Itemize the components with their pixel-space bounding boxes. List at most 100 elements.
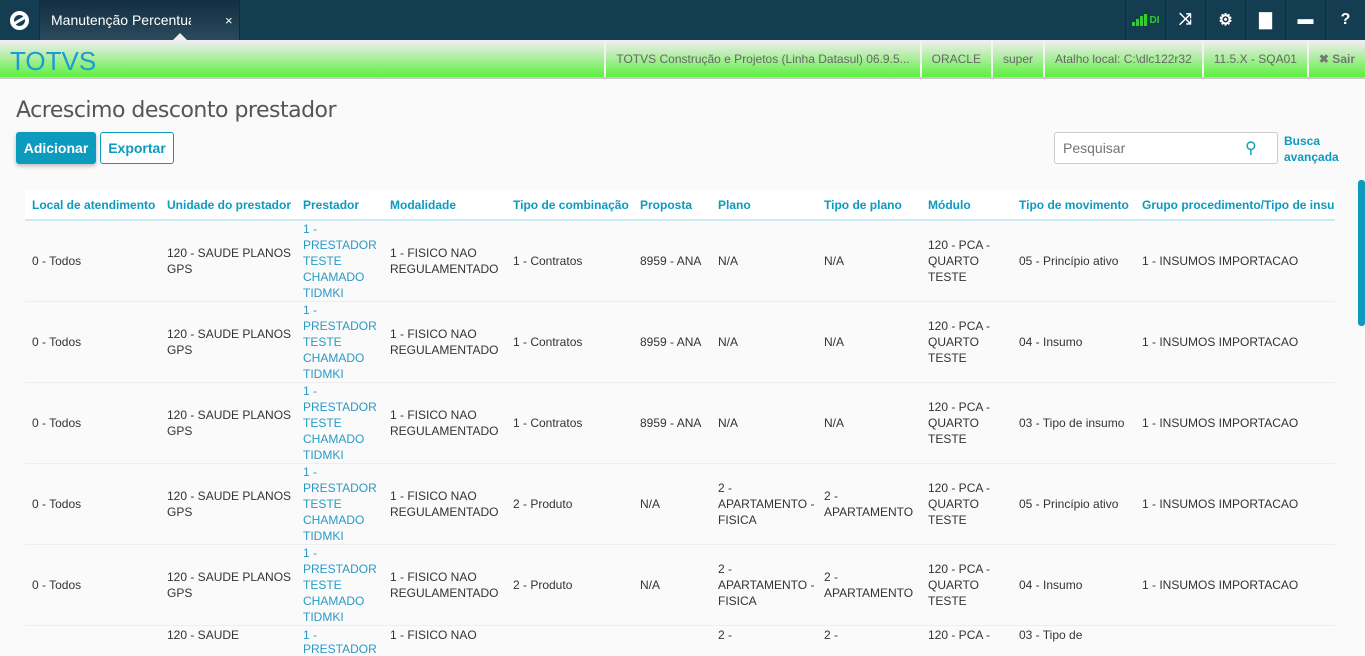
chat-icon[interactable]: ▬ (1285, 0, 1325, 40)
table-cell: 05 - Princípio ativo (1012, 220, 1135, 302)
data-table: Local de atendimentoUnidade do prestador… (25, 190, 1335, 656)
table-row[interactable]: 0 - Todos120 - SAUDE PLANOS GPS1 - PREST… (25, 302, 1335, 383)
table-cell: 2 - APARTAMENTO (817, 464, 921, 545)
table-cell: 1 - FISICO NAO REGULAMENTADO (383, 302, 506, 383)
table-cell: 0 - Todos (25, 302, 160, 383)
table-cell: 1 - FISICO NAO REGULAMENTADO (383, 220, 506, 302)
table-cell (1135, 626, 1335, 656)
table-cell: N/A (711, 383, 817, 464)
user-info: super (991, 40, 1043, 77)
shortcut-info: Atalho local: C:\dlc122r32 (1043, 40, 1202, 77)
table-cell: 1 - INSUMOS IMPORTACAO (1135, 545, 1335, 626)
table-cell: N/A (711, 302, 817, 383)
table-cell: 0 - Todos (25, 383, 160, 464)
column-header[interactable]: Unidade do prestador (160, 190, 296, 220)
version-info: 11.5.X - SQA01 (1202, 40, 1307, 77)
table-cell (506, 626, 633, 656)
table-cell: 120 - SAUDE PLANOS GPS (160, 383, 296, 464)
table-cell[interactable]: 1 - PRESTADOR TESTE CHAMADO TIDMKI (296, 464, 383, 545)
column-header[interactable]: Plano (711, 190, 817, 220)
database-info: ORACLE (920, 40, 991, 77)
scrollbar[interactable] (1358, 180, 1365, 326)
table-row[interactable]: 0 - Todos120 - SAUDE PLANOS GPS1 - PREST… (25, 383, 1335, 464)
table-cell: 8959 - ANA (633, 220, 711, 302)
help-icon[interactable]: ? (1325, 0, 1365, 40)
table-cell[interactable]: 1 - PRESTADOR TESTE CHAMADO TIDMKI (296, 302, 383, 383)
table-row[interactable]: 0 - Todos120 - SAUDE PLANOS GPS1 - PREST… (25, 545, 1335, 626)
table-cell: 2 - Produto (506, 464, 633, 545)
table-cell: 2 - (711, 626, 817, 656)
tab-close-icon[interactable]: × (225, 13, 233, 28)
table-row[interactable]: 120 - SAUDE1 - PRESTADOR1 - FISICO NAO 2 … (25, 626, 1335, 656)
table-cell: 120 - SAUDE PLANOS GPS (160, 464, 296, 545)
table-cell: 2 - APARTAMENTO - FISICA (711, 545, 817, 626)
table-cell: 1 - Contratos (506, 383, 633, 464)
column-header[interactable]: Grupo procedimento/Tipo de insumo (1135, 190, 1335, 220)
table-cell: 04 - Insumo (1012, 545, 1135, 626)
table-cell: 120 - SAUDE PLANOS GPS (160, 545, 296, 626)
table-cell: 1 - FISICO NAO REGULAMENTADO (383, 545, 506, 626)
page-title: Acrescimo desconto prestador (16, 98, 336, 123)
gear-icon[interactable]: ⚙ (1205, 0, 1245, 40)
search-input[interactable] (1055, 140, 1245, 156)
column-header[interactable]: Tipo de movimento (1012, 190, 1135, 220)
document-icon[interactable]: ▇ (1245, 0, 1285, 40)
table-cell: 120 - SAUDE (160, 626, 296, 656)
brand-logo: TOTVS (0, 40, 604, 77)
logout-button[interactable]: ✖ Sair (1307, 40, 1365, 77)
table-cell (25, 626, 160, 656)
table-cell: N/A (817, 302, 921, 383)
table-cell: N/A (817, 383, 921, 464)
advanced-search-link[interactable]: Busca avançada (1284, 133, 1340, 165)
totvs-logo-icon[interactable] (0, 0, 40, 40)
table-cell: 1 - Contratos (506, 302, 633, 383)
table-cell[interactable]: 1 - PRESTADOR TESTE CHAMADO TIDMKI (296, 220, 383, 302)
table-cell: 120 - PCA - QUARTO TESTE (921, 464, 1012, 545)
table-cell: 8959 - ANA (633, 302, 711, 383)
table-cell: 1 - INSUMOS IMPORTACAO (1135, 464, 1335, 545)
tab-title: Manutenção Percentual (51, 12, 191, 28)
column-header[interactable]: Tipo de combinação (506, 190, 633, 220)
table-cell[interactable]: 1 - PRESTADOR (296, 626, 383, 656)
table-cell: 1 - INSUMOS IMPORTACAO (1135, 220, 1335, 302)
table-cell: 1 - FISICO NAO (383, 626, 506, 656)
table-cell: 05 - Princípio ativo (1012, 464, 1135, 545)
shuffle-icon[interactable]: ⤨ (1165, 0, 1205, 40)
signal-label: DI (1150, 15, 1160, 26)
table-cell[interactable]: 1 - PRESTADOR TESTE CHAMADO TIDMKI (296, 383, 383, 464)
column-header[interactable]: Proposta (633, 190, 711, 220)
table-cell: 03 - Tipo de insumo (1012, 383, 1135, 464)
column-header[interactable]: Módulo (921, 190, 1012, 220)
table-cell: 2 - APARTAMENTO - FISICA (711, 464, 817, 545)
table-cell: 1 - INSUMOS IMPORTACAO (1135, 383, 1335, 464)
table-cell: 120 - PCA - QUARTO TESTE (921, 383, 1012, 464)
table-cell: 120 - PCA - (921, 626, 1012, 656)
tab-manutencao[interactable]: Manutenção Percentual × (40, 0, 240, 40)
table-cell: 03 - Tipo de (1012, 626, 1135, 656)
search-icon[interactable]: ⚲ (1245, 138, 1257, 158)
table-cell: 0 - Todos (25, 220, 160, 302)
table-cell: 0 - Todos (25, 464, 160, 545)
column-header[interactable]: Tipo de plano (817, 190, 921, 220)
table-row[interactable]: 0 - Todos120 - SAUDE PLANOS GPS1 - PREST… (25, 220, 1335, 302)
table-cell: N/A (711, 220, 817, 302)
table-cell (633, 626, 711, 656)
table-cell: N/A (817, 220, 921, 302)
table-cell: 1 - Contratos (506, 220, 633, 302)
table-cell: 1 - FISICO NAO REGULAMENTADO (383, 464, 506, 545)
table-cell[interactable]: 1 - PRESTADOR TESTE CHAMADO TIDMKI (296, 545, 383, 626)
table-cell: 2 - APARTAMENTO (817, 545, 921, 626)
column-header[interactable]: Modalidade (383, 190, 506, 220)
column-header[interactable]: Prestador (296, 190, 383, 220)
add-button[interactable]: Adicionar (16, 132, 96, 164)
table-cell: 120 - PCA - QUARTO TESTE (921, 302, 1012, 383)
export-button[interactable]: Exportar (100, 132, 174, 164)
product-info: TOTVS Construção e Projetos (Linha Datas… (604, 40, 919, 77)
top-bar: Manutenção Percentual × DI ⤨ ⚙ ▇ ▬ ? (0, 0, 1365, 40)
table-cell: 2 - Produto (506, 545, 633, 626)
table-cell: 1 - INSUMOS IMPORTACAO (1135, 302, 1335, 383)
table-row[interactable]: 0 - Todos120 - SAUDE PLANOS GPS1 - PREST… (25, 464, 1335, 545)
table-cell: 120 - SAUDE PLANOS GPS (160, 220, 296, 302)
column-header[interactable]: Local de atendimento (25, 190, 160, 220)
signal-icon[interactable]: DI (1125, 0, 1165, 40)
